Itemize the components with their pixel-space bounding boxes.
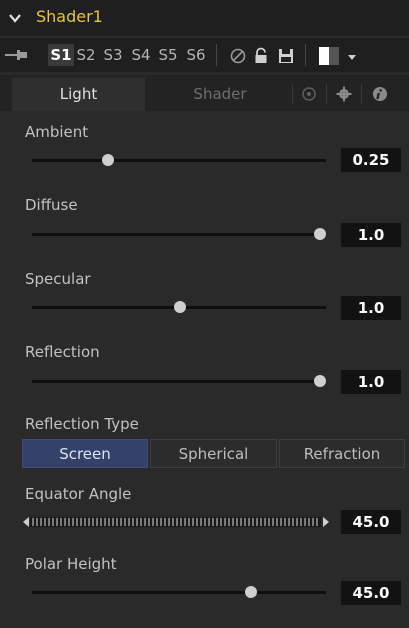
version-s5-button[interactable]: S5 <box>155 44 181 66</box>
tool-header[interactable]: Shader1 <box>0 0 409 36</box>
tab-divider <box>292 84 293 104</box>
tab-divider <box>326 84 327 104</box>
inspector-panel: Shader1 S1 S2 S3 S4 S5 S6 Light Shader A… <box>0 0 409 628</box>
polar-height-slider-track[interactable] <box>32 591 326 594</box>
reflection-type-spherical-button[interactable]: Spherical <box>150 439 277 468</box>
reflection-slider-handle[interactable] <box>314 375 326 387</box>
chevron-down-icon[interactable] <box>6 9 24 27</box>
ambient-slider-track[interactable] <box>32 159 326 162</box>
tab-light[interactable]: Light <box>12 78 145 111</box>
diffuse-label: Diffuse <box>25 196 78 214</box>
tab-divider <box>361 84 362 104</box>
diffuse-slider-handle[interactable] <box>314 228 326 240</box>
ambient-value-field[interactable]: 0.25 <box>341 148 401 172</box>
arrow-right-icon[interactable] <box>322 516 330 528</box>
version-toolbar: S1 S2 S3 S4 S5 S6 <box>0 38 409 72</box>
network-icon[interactable] <box>301 86 317 102</box>
reflection-slider-track[interactable] <box>32 380 326 383</box>
toolbar-divider <box>216 44 217 66</box>
version-s2-button[interactable]: S2 <box>73 44 99 66</box>
pin-icon[interactable] <box>4 48 30 62</box>
polar-height-slider-handle[interactable] <box>245 586 257 598</box>
ambient-label: Ambient <box>25 123 89 141</box>
specular-slider-handle[interactable] <box>174 301 186 313</box>
reflection-value-field[interactable]: 1.0 <box>341 370 401 394</box>
gear-icon[interactable] <box>336 86 352 102</box>
tool-title: Shader1 <box>36 7 103 26</box>
tab-bar: Light Shader <box>0 75 409 111</box>
tab-shader[interactable]: Shader <box>150 78 290 111</box>
toolbar-divider <box>305 44 306 66</box>
specular-label: Specular <box>25 270 91 288</box>
polar-height-label: Polar Height <box>25 555 117 573</box>
equator-angle-thumbwheel[interactable] <box>30 517 321 527</box>
ambient-slider-handle[interactable] <box>102 154 114 166</box>
arrow-left-icon[interactable] <box>22 516 30 528</box>
reflection-type-label: Reflection Type <box>25 415 139 433</box>
version-s1-button[interactable]: S1 <box>48 44 74 66</box>
save-icon[interactable] <box>277 47 295 65</box>
reflection-type-screen-button[interactable]: Screen <box>22 439 148 468</box>
polar-height-value-field[interactable]: 45.0 <box>341 581 401 605</box>
no-entry-icon[interactable] <box>229 47 247 65</box>
color-swatch-icon[interactable] <box>318 47 346 65</box>
diffuse-value-field[interactable]: 1.0 <box>341 223 401 247</box>
version-s3-button[interactable]: S3 <box>100 44 126 66</box>
specular-value-field[interactable]: 1.0 <box>341 296 401 320</box>
equator-angle-label: Equator Angle <box>25 485 132 503</box>
info-icon[interactable] <box>372 86 388 102</box>
diffuse-slider-track[interactable] <box>32 233 326 236</box>
version-s6-button[interactable]: S6 <box>183 44 209 66</box>
version-s4-button[interactable]: S4 <box>128 44 154 66</box>
lock-icon[interactable] <box>252 47 270 65</box>
equator-angle-value-field[interactable]: 45.0 <box>341 510 401 534</box>
dropdown-arrow-icon[interactable] <box>346 47 358 65</box>
reflection-type-refraction-button[interactable]: Refraction <box>279 439 405 468</box>
reflection-label: Reflection <box>25 343 100 361</box>
